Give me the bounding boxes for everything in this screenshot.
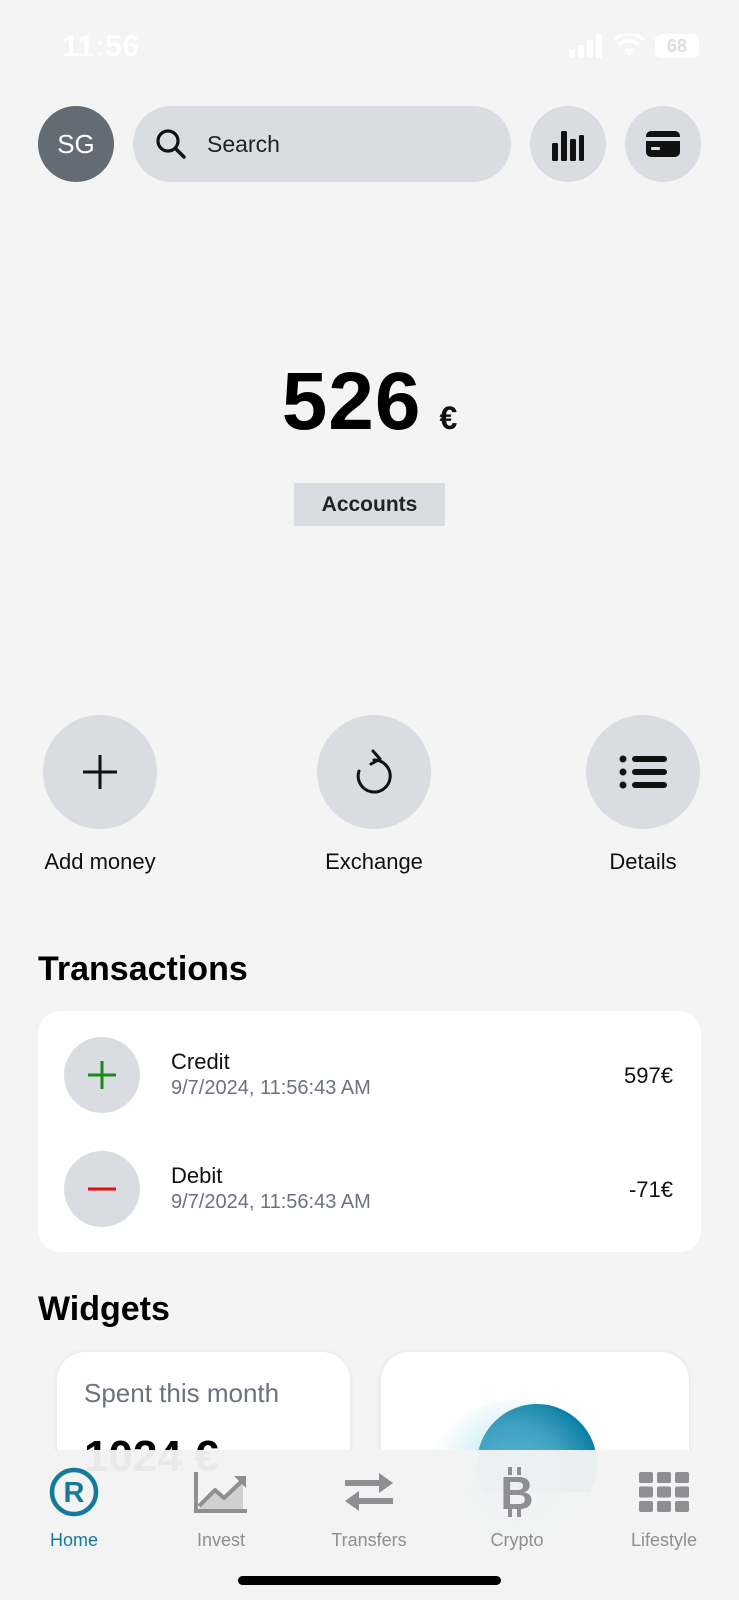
- balance-amount: 526: [281, 356, 422, 447]
- bar-chart-icon: [552, 131, 584, 161]
- analytics-button[interactable]: [530, 106, 606, 182]
- tab-crypto[interactable]: B Crypto: [462, 1462, 572, 1551]
- tab-home[interactable]: R Home: [19, 1462, 129, 1551]
- top-bar: SG: [0, 106, 739, 182]
- svg-text:R: R: [64, 1477, 85, 1509]
- plus-icon: [88, 1061, 116, 1089]
- exchange-action[interactable]: Exchange: [294, 715, 454, 875]
- home-indicator[interactable]: [238, 1576, 501, 1585]
- transaction-title: Credit: [171, 1049, 230, 1074]
- refresh-icon: [356, 749, 392, 794]
- exchange-button[interactable]: [317, 715, 431, 829]
- transactions-card: Credit 9/7/2024, 11:56:43 AM 597€ Debit …: [38, 1011, 701, 1252]
- transaction-date: 9/7/2024, 11:56:43 AM: [171, 1077, 371, 1099]
- tab-lifestyle-label: Lifestyle: [630, 1530, 698, 1550]
- tab-transfers[interactable]: Transfers: [314, 1462, 424, 1551]
- tab-invest-label: Invest: [196, 1530, 246, 1550]
- tab-invest[interactable]: Invest: [166, 1462, 276, 1551]
- transaction-row[interactable]: Credit 9/7/2024, 11:56:43 AM 597€: [38, 1037, 701, 1117]
- balance-currency: €: [439, 400, 458, 436]
- search-bar[interactable]: [133, 106, 511, 182]
- status-icons: 68: [569, 34, 699, 58]
- add-money-button[interactable]: [43, 715, 157, 829]
- cards-button[interactable]: [625, 106, 701, 182]
- search-input[interactable]: [205, 129, 469, 159]
- exchange-label: Exchange: [325, 849, 423, 874]
- accounts-button[interactable]: Accounts: [294, 483, 445, 526]
- tab-transfers-label: Transfers: [331, 1530, 407, 1550]
- chart-line-icon: [194, 1472, 247, 1513]
- status-time: 11:56: [62, 30, 140, 63]
- details-label: Details: [609, 849, 677, 874]
- transaction-date: 9/7/2024, 11:56:43 AM: [171, 1191, 371, 1213]
- transaction-amount: -71€: [628, 1177, 673, 1202]
- grid-icon: [639, 1472, 689, 1512]
- details-action[interactable]: Details: [563, 715, 723, 875]
- minus-icon: [88, 1187, 116, 1191]
- transactions-title: Transactions: [38, 950, 248, 988]
- debit-badge: [64, 1151, 140, 1227]
- add-money-label: Add money: [44, 849, 156, 874]
- avatar[interactable]: SG: [38, 106, 114, 182]
- search-icon: [156, 129, 186, 159]
- details-button[interactable]: [586, 715, 700, 829]
- battery-indicator: 68: [655, 34, 699, 58]
- transaction-amount: 597€: [624, 1063, 673, 1088]
- transaction-row[interactable]: Debit 9/7/2024, 11:56:43 AM -71€: [38, 1151, 701, 1231]
- plus-icon: [83, 755, 117, 789]
- signal-icon: [569, 34, 602, 58]
- transaction-title: Debit: [171, 1163, 223, 1188]
- spent-widget-title: Spent this month: [84, 1378, 280, 1408]
- add-money-action[interactable]: Add money: [20, 715, 180, 875]
- tab-lifestyle[interactable]: Lifestyle: [609, 1462, 719, 1551]
- wifi-icon: [613, 34, 645, 56]
- status-bar: 11:56 68: [0, 0, 739, 92]
- balance-display: 526 €: [0, 355, 739, 449]
- list-icon: [619, 755, 667, 789]
- revolut-r-icon: R: [49, 1467, 99, 1517]
- widgets-title: Widgets: [38, 1290, 170, 1328]
- card-icon: [646, 131, 680, 157]
- tab-home-label: Home: [49, 1530, 98, 1550]
- credit-badge: [64, 1037, 140, 1113]
- bitcoin-icon: B: [500, 1467, 534, 1517]
- tab-crypto-label: Crypto: [490, 1530, 544, 1550]
- transfer-arrows-icon: [345, 1473, 393, 1511]
